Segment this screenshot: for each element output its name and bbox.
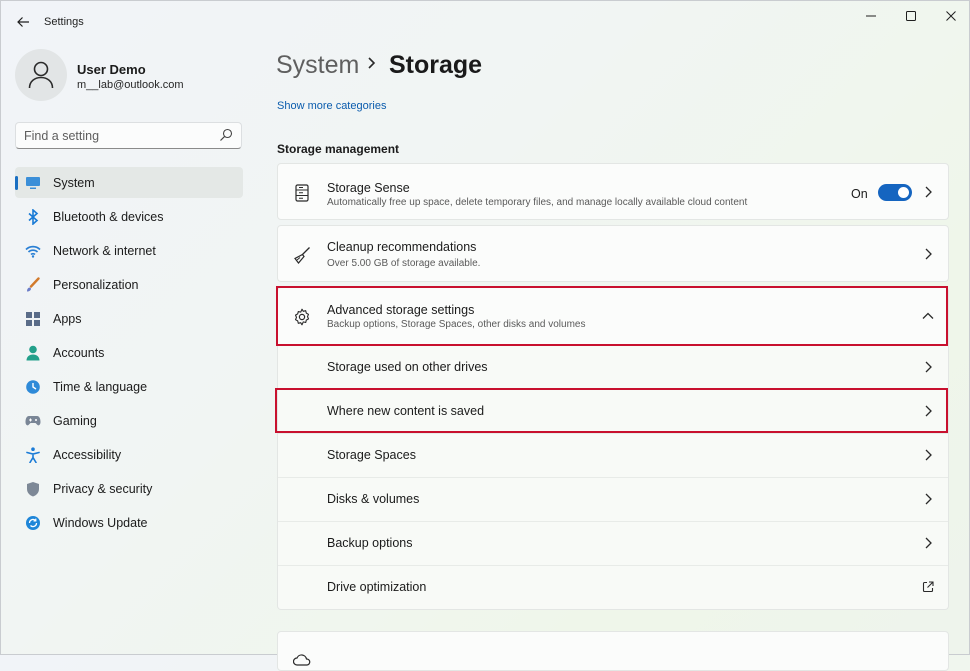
shield-icon — [25, 481, 41, 497]
cloud-icon — [292, 650, 312, 670]
sidebar-item-windows-update[interactable]: Windows Update — [15, 507, 243, 538]
toggle-state-label: On — [851, 187, 868, 201]
sidebar-item-label: Time & language — [53, 379, 148, 394]
chevron-right-icon — [922, 493, 934, 505]
advanced-storage-list: Storage used on other drives Where new c… — [277, 346, 949, 610]
search-input[interactable] — [24, 127, 209, 145]
sidebar-item-system[interactable]: System — [15, 167, 243, 198]
bluetooth-icon — [25, 208, 41, 225]
show-more-link[interactable]: Show more categories — [277, 100, 386, 112]
sidebar-item-personalization[interactable]: Personalization — [15, 269, 243, 300]
search-icon[interactable] — [219, 128, 233, 142]
list-item-where-new-content-saved[interactable]: Where new content is saved — [278, 389, 948, 433]
card-title: Cleanup recommendations — [327, 240, 477, 254]
apps-icon — [25, 311, 41, 327]
chevron-right-icon — [922, 405, 934, 417]
sidebar-item-label: Privacy & security — [53, 481, 153, 496]
maximize-icon — [906, 11, 916, 21]
sidebar-item-apps[interactable]: Apps — [15, 303, 243, 334]
back-button[interactable] — [11, 10, 35, 34]
maximize-button[interactable] — [896, 7, 926, 25]
broom-icon — [292, 245, 312, 265]
list-item-drive-optimization[interactable]: Drive optimization — [278, 565, 948, 609]
chevron-right-icon — [922, 186, 934, 198]
advanced-storage-card[interactable]: Advanced storage settings Backup options… — [277, 287, 949, 346]
avatar[interactable] — [15, 49, 67, 101]
app-title: Settings — [44, 16, 84, 28]
sidebar-item-label: Bluetooth & devices — [53, 209, 164, 224]
person-icon — [28, 61, 54, 89]
card-subtitle: Automatically free up space, delete temp… — [327, 197, 748, 208]
sidebar-item-label: Gaming — [53, 413, 97, 428]
monitor-icon — [25, 175, 41, 191]
chevron-right-icon — [922, 248, 934, 260]
sidebar-item-gaming[interactable]: Gaming — [15, 405, 243, 436]
list-item-label: Drive optimization — [327, 580, 427, 594]
section-title: Storage management — [277, 142, 400, 156]
user-name: User Demo — [77, 62, 146, 77]
sidebar-item-accounts[interactable]: Accounts — [15, 337, 243, 368]
chevron-right-icon — [922, 537, 934, 549]
card-subtitle: Backup options, Storage Spaces, other di… — [327, 319, 586, 330]
next-card-partial[interactable] — [277, 631, 949, 671]
list-item-backup-options[interactable]: Backup options — [278, 521, 948, 565]
minimize-icon — [866, 15, 876, 17]
breadcrumb-chevron-icon — [368, 57, 376, 69]
sidebar-item-privacy[interactable]: Privacy & security — [15, 473, 243, 504]
storage-sense-toggle[interactable] — [878, 184, 912, 201]
sidebar-item-time-language[interactable]: Time & language — [15, 371, 243, 402]
list-item-label: Storage used on other drives — [327, 360, 488, 374]
list-item-label: Where new content is saved — [327, 404, 485, 418]
user-email: m__lab@outlook.com — [77, 79, 184, 91]
wifi-icon — [25, 243, 41, 259]
gamepad-icon — [25, 413, 41, 429]
accessibility-icon — [25, 446, 41, 463]
close-icon — [946, 11, 956, 21]
list-item-label: Storage Spaces — [327, 448, 416, 462]
minimize-button[interactable] — [856, 7, 886, 25]
sidebar-item-label: Windows Update — [53, 515, 148, 530]
list-item-label: Disks & volumes — [327, 492, 420, 506]
card-title: Advanced storage settings — [327, 303, 475, 317]
sidebar-item-label: Apps — [53, 311, 82, 326]
chevron-right-icon — [922, 449, 934, 461]
list-item-disks-volumes[interactable]: Disks & volumes — [278, 477, 948, 521]
settings-window: Settings User Demo m__lab@outlook.com Sy… — [0, 0, 970, 671]
sidebar-item-accessibility[interactable]: Accessibility — [15, 439, 243, 470]
search-box[interactable] — [15, 122, 242, 149]
sidebar-item-network[interactable]: Network & internet — [15, 235, 243, 266]
toggle-knob — [898, 187, 909, 198]
external-link-icon — [922, 581, 934, 593]
back-arrow-icon — [17, 17, 29, 27]
globe-clock-icon — [25, 379, 41, 395]
breadcrumb-parent[interactable]: System — [276, 51, 359, 80]
sidebar-nav: System Bluetooth & devices Network & int… — [15, 167, 243, 541]
sidebar-item-label: Accounts — [53, 345, 105, 360]
chevron-up-icon[interactable] — [922, 310, 934, 322]
update-icon — [25, 515, 41, 531]
sidebar-item-label: Network & internet — [53, 243, 156, 258]
card-title: Storage Sense — [327, 181, 410, 195]
sidebar-item-label: Accessibility — [53, 447, 122, 462]
storage-sense-card[interactable]: Storage Sense Automatically free up spac… — [277, 163, 949, 220]
sidebar-item-bluetooth[interactable]: Bluetooth & devices — [15, 201, 243, 232]
page-title: Storage — [389, 51, 483, 79]
chevron-right-icon — [922, 361, 934, 373]
person-icon — [25, 345, 41, 361]
close-button[interactable] — [936, 7, 966, 25]
storage-drive-icon — [292, 183, 312, 203]
list-item-storage-spaces[interactable]: Storage Spaces — [278, 433, 948, 477]
sidebar-item-label: System — [53, 175, 95, 190]
sidebar-item-label: Personalization — [53, 277, 139, 292]
gear-icon — [292, 307, 312, 327]
brush-icon — [25, 276, 41, 293]
list-item-storage-other-drives[interactable]: Storage used on other drives — [278, 346, 948, 389]
cleanup-card[interactable]: Cleanup recommendations Over 5.00 GB of … — [277, 225, 949, 282]
card-subtitle: Over 5.00 GB of storage available. — [327, 258, 481, 269]
title-bar: Settings — [1, 1, 970, 43]
list-item-label: Backup options — [327, 536, 413, 550]
